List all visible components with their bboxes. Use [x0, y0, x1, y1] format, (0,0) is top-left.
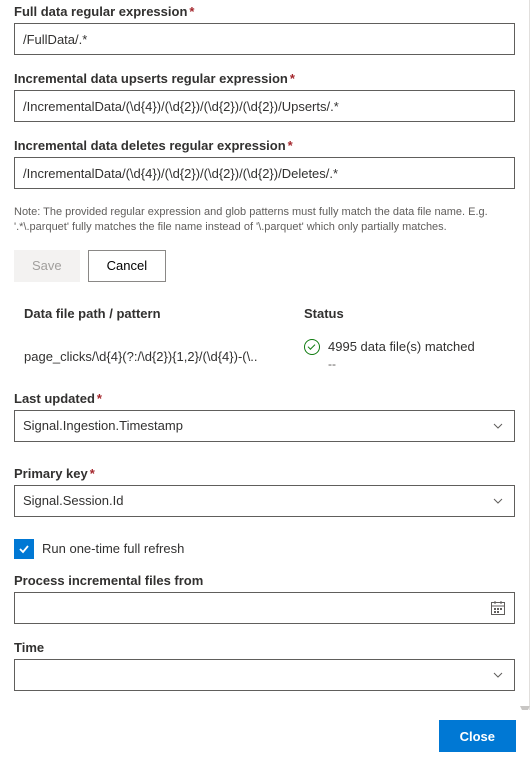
primary-key-dropdown[interactable]: Signal.Session.Id — [14, 485, 515, 517]
last-updated-dropdown[interactable]: Signal.Ingestion.Timestamp — [14, 410, 515, 442]
chevron-down-icon — [492, 669, 504, 681]
col-header-status: Status — [304, 306, 505, 321]
process-from-label: Process incremental files from — [14, 573, 515, 588]
full-refresh-checkbox[interactable] — [14, 539, 34, 559]
full-data-regex-input[interactable] — [14, 23, 515, 55]
upserts-regex-label: Incremental data upserts regular express… — [14, 71, 515, 86]
process-from-input[interactable] — [14, 592, 515, 624]
primary-key-value: Signal.Session.Id — [23, 493, 123, 508]
table-cell-path: page_clicks/\d{4}(?:/\d{2}){1,2}/(\d{4})… — [24, 339, 304, 364]
chevron-down-icon — [492, 495, 504, 507]
save-button: Save — [14, 250, 80, 282]
table-row: page_clicks/\d{4}(?:/\d{2}){1,2}/(\d{4})… — [14, 329, 515, 381]
col-header-path: Data file path / pattern — [24, 306, 304, 321]
deletes-regex-label: Incremental data deletes regular express… — [14, 138, 515, 153]
full-refresh-label[interactable]: Run one-time full refresh — [42, 541, 184, 556]
last-updated-value: Signal.Ingestion.Timestamp — [23, 418, 183, 433]
full-data-regex-label: Full data regular expression* — [14, 4, 515, 19]
calendar-icon — [490, 600, 506, 616]
deletes-regex-input[interactable] — [14, 157, 515, 189]
check-circle-icon — [304, 339, 320, 355]
primary-key-label: Primary key* — [14, 466, 515, 481]
cancel-button[interactable]: Cancel — [88, 250, 166, 282]
checkmark-icon — [18, 543, 30, 555]
status-text: 4995 data file(s) matched — [328, 339, 475, 354]
table-header: Data file path / pattern Status — [14, 298, 515, 329]
time-dropdown[interactable] — [14, 659, 515, 691]
close-button[interactable]: Close — [439, 720, 516, 752]
time-label: Time — [14, 640, 515, 655]
last-updated-label: Last updated* — [14, 391, 515, 406]
chevron-down-icon — [492, 420, 504, 432]
regex-note: Note: The provided regular expression an… — [14, 205, 515, 236]
upserts-regex-input[interactable] — [14, 90, 515, 122]
status-extra: -- — [304, 357, 505, 371]
